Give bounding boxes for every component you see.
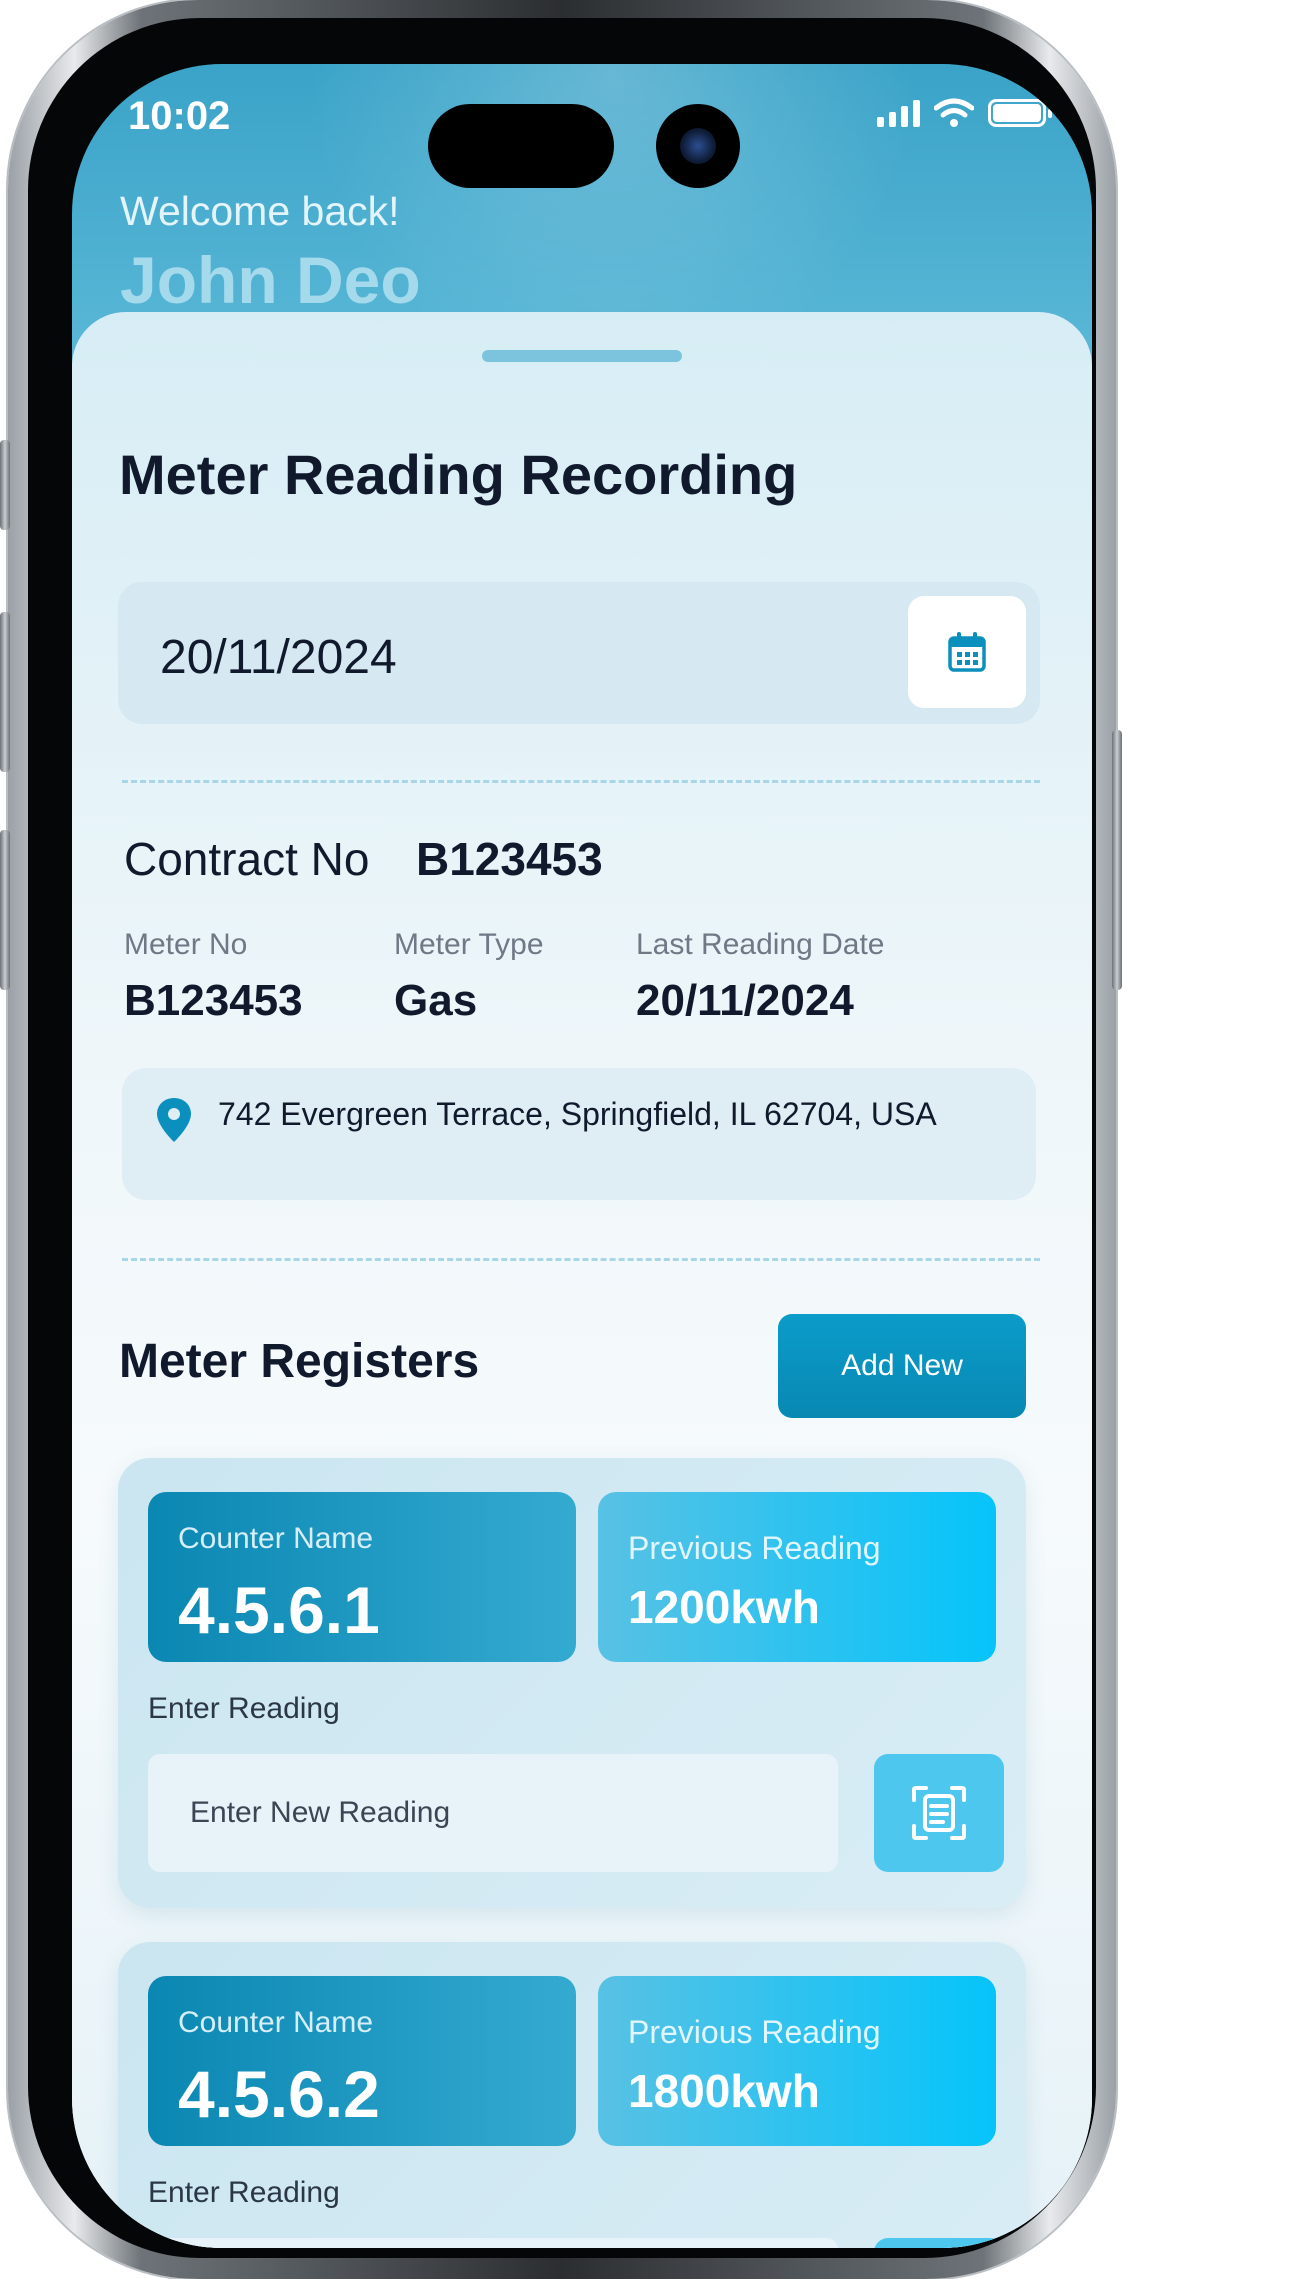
- previous-reading-value: 1800kwh: [628, 2065, 820, 2117]
- phone-bezel: 10:02 Welcome back! John Deo Meter Readi…: [28, 18, 1096, 2258]
- registers-title: Meter Registers: [119, 1335, 480, 1388]
- app-screen: 10:02 Welcome back! John Deo Meter Readi…: [72, 64, 1092, 2248]
- section-divider: [122, 780, 1040, 783]
- battery-icon: [988, 99, 1052, 127]
- counter-name-value: 4.5.6.1: [178, 1573, 380, 1647]
- previous-reading-label: Previous Reading: [628, 2014, 881, 2050]
- volume-down-button: [0, 830, 10, 990]
- scan-button[interactable]: [874, 1754, 1004, 1872]
- section-divider: [122, 1258, 1040, 1261]
- bottom-sheet: Meter Reading Recording 20/11/2024 Contr…: [72, 312, 1092, 2248]
- counter-name-box: Counter Name 4.5.6.1: [148, 1492, 576, 1662]
- volume-up-button: [0, 612, 10, 772]
- register-card: Counter Name 4.5.6.2 Previous Reading 18…: [118, 1942, 1026, 2248]
- new-reading-input[interactable]: [148, 1754, 838, 1872]
- status-time: 10:02: [128, 94, 231, 138]
- previous-reading-value: 1200kwh: [628, 1581, 820, 1633]
- new-reading-input[interactable]: [148, 2238, 838, 2248]
- location-pin-icon: [157, 1098, 191, 1142]
- enter-reading-label: Enter Reading: [148, 1692, 340, 1725]
- power-button: [1112, 730, 1122, 990]
- user-name: John Deo: [120, 243, 421, 317]
- dynamic-island: [428, 104, 614, 188]
- signal-icon: [877, 99, 920, 127]
- previous-reading-label: Previous Reading: [628, 1530, 881, 1566]
- front-camera: [656, 104, 740, 188]
- counter-name-label: Counter Name: [178, 2006, 374, 2039]
- add-new-button[interactable]: Add New: [778, 1314, 1026, 1418]
- scan-document-icon: [912, 1786, 966, 1840]
- calendar-icon: [948, 632, 986, 672]
- contract-value: B123453: [416, 833, 603, 885]
- previous-reading-box: Previous Reading 1200kwh: [598, 1492, 996, 1662]
- scan-button[interactable]: [874, 2238, 1004, 2248]
- date-field[interactable]: 20/11/2024: [118, 582, 1040, 724]
- welcome-text: Welcome back!: [120, 188, 400, 234]
- phone-frame: 10:02 Welcome back! John Deo Meter Readi…: [0, 0, 1122, 2279]
- last-reading-date-label: Last Reading Date: [636, 928, 885, 961]
- contract-label: Contract No: [124, 833, 370, 885]
- sheet-drag-handle[interactable]: [482, 350, 682, 362]
- page-title: Meter Reading Recording: [119, 443, 798, 506]
- enter-reading-label: Enter Reading: [148, 2176, 340, 2209]
- date-value: 20/11/2024: [160, 631, 397, 684]
- wifi-icon: [934, 98, 974, 127]
- previous-reading-box: Previous Reading 1800kwh: [598, 1976, 996, 2146]
- register-card: Counter Name 4.5.6.1 Previous Reading 12…: [118, 1458, 1026, 1908]
- address-box: 742 Evergreen Terrace, Springfield, IL 6…: [122, 1068, 1036, 1200]
- counter-name-label: Counter Name: [178, 1522, 374, 1555]
- address-text: 742 Evergreen Terrace, Springfield, IL 6…: [218, 1096, 937, 1132]
- meter-type-label: Meter Type: [394, 928, 544, 961]
- last-reading-date-value: 20/11/2024: [636, 976, 854, 1025]
- counter-name-value: 4.5.6.2: [178, 2057, 380, 2131]
- meter-no-value: B123453: [124, 976, 303, 1025]
- calendar-button[interactable]: [908, 596, 1026, 708]
- meter-no-label: Meter No: [124, 928, 248, 961]
- status-icons: [877, 98, 1052, 128]
- meter-type-value: Gas: [394, 976, 478, 1025]
- action-button: [0, 440, 10, 530]
- counter-name-box: Counter Name 4.5.6.2: [148, 1976, 576, 2146]
